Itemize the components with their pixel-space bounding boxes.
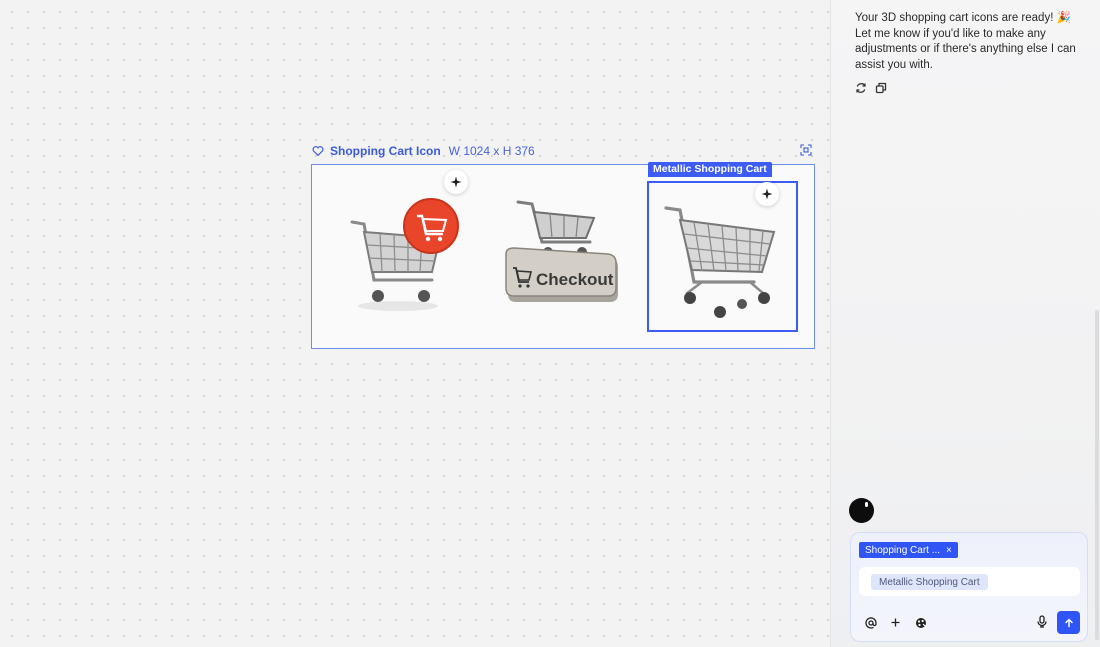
sparkle-icon [761,188,773,200]
message-actions [855,82,889,96]
send-icon [1064,617,1073,627]
chat-panel: Your 3D shopping cart icons are ready! 🎉… [830,0,1100,647]
mic-icon[interactable] [1036,615,1051,630]
assistant-message: Your 3D shopping cart icons are ready! 🎉… [855,12,1076,71]
at-icon[interactable] [863,615,878,630]
focus-frame-icon[interactable] [798,142,814,158]
frame-dimensions: W 1024 x H 376 [448,144,535,158]
style-icon[interactable] [913,615,928,630]
composer-tools [863,615,928,630]
checkout-button-image[interactable]: Checkout [498,196,628,321]
metallic-cart-image[interactable] [656,194,786,327]
heart-icon[interactable] [312,145,324,157]
message-input[interactable]: Metallic Shopping Cart [859,567,1080,596]
message-composer[interactable]: Shopping Cart ... × Metallic Shopping Ca… [850,532,1088,642]
sparkle-button[interactable] [755,182,779,206]
close-icon[interactable]: × [946,545,952,556]
frame-header[interactable]: Shopping Cart Icon W 1024 x H 376 [312,143,535,159]
refresh-icon[interactable] [855,82,869,96]
context-chip[interactable]: Shopping Cart ... × [859,542,958,558]
input-tag[interactable]: Metallic Shopping Cart [871,574,988,590]
scrollbar[interactable] [1095,310,1099,640]
plus-icon[interactable] [888,615,903,630]
sparkle-icon [450,176,462,188]
design-canvas[interactable]: Shopping Cart Icon W 1024 x H 376 Checko… [0,0,830,647]
assistant-avatar [849,498,874,523]
selected-item-label: Metallic Shopping Cart [648,162,772,177]
copy-icon[interactable] [875,82,889,96]
context-chip-label: Shopping Cart ... [865,544,941,556]
checkout-text: Checkout [536,270,614,289]
frame-name[interactable]: Shopping Cart Icon [330,144,441,158]
send-button[interactable] [1057,611,1080,634]
sparkle-button[interactable] [444,170,468,194]
cart-with-badge-image[interactable] [340,188,470,323]
